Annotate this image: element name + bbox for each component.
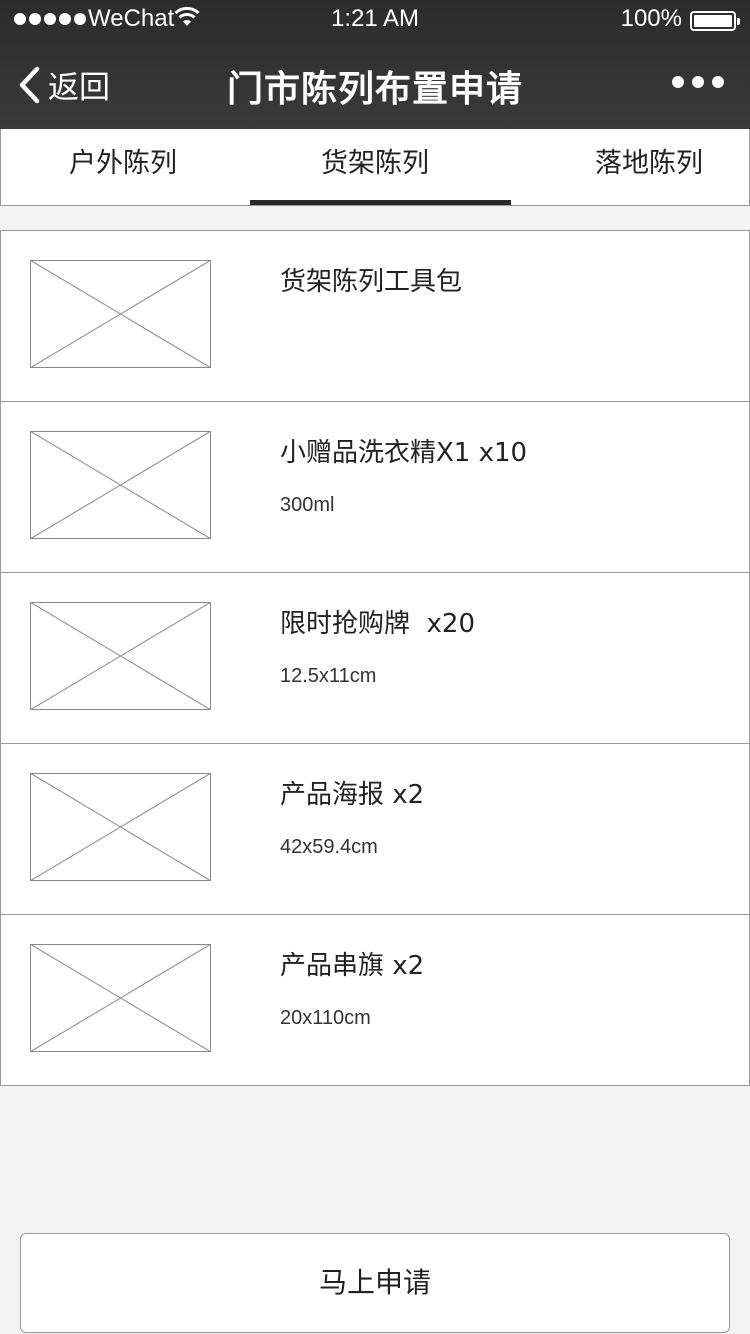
tab-outdoor-display[interactable]: 户外陈列 [69,129,177,205]
item-title: 限时抢购牌 x20 [280,609,476,639]
item-title: 产品串旗 x2 [280,951,425,981]
item-spec: 12.5x11cm [280,665,377,687]
battery-icon [690,11,740,31]
tab-bar: 户外陈列 货架陈列 落地陈列 [0,129,750,206]
tab-shelf-display[interactable]: 货架陈列 [321,129,429,205]
list-item[interactable]: 产品海报 x2 42x59.4cm [1,744,749,915]
item-title: 货架陈列工具包 [280,267,463,297]
nav-bar: 返回 门市陈列布置申请 [0,40,750,129]
image-placeholder-icon [30,944,211,1052]
header: WeChat 1:21 AM 100% 返回 门市陈列布置申请 [0,0,750,129]
item-title: 产品海报 x2 [280,780,425,810]
apply-now-button[interactable]: 马上申请 [20,1233,730,1333]
page-title: 门市陈列布置申请 [226,69,523,110]
tab-floor-display[interactable]: 落地陈列 [595,129,703,205]
image-placeholder-icon [30,431,211,539]
item-spec: 300ml [280,494,335,516]
battery-percent: 100% [620,5,682,32]
item-list: 货架陈列工具包 小赠品洗衣精X1 x10 300ml 限时抢购牌 x20 12.… [0,230,750,1086]
list-item[interactable]: 货架陈列工具包 [1,231,749,402]
item-spec: 42x59.4cm [280,836,378,858]
item-title: 小赠品洗衣精X1 x10 [280,438,528,468]
list-item[interactable]: 限时抢购牌 x20 12.5x11cm [1,573,749,744]
list-item[interactable]: 小赠品洗衣精X1 x10 300ml [1,402,749,573]
image-placeholder-icon [30,773,211,881]
active-tab-indicator [250,200,511,205]
item-spec: 20x110cm [280,1007,371,1029]
image-placeholder-icon [30,602,211,710]
page: WeChat 1:21 AM 100% 返回 门市陈列布置申请 户外陈列 货架陈… [0,0,750,1334]
list-item[interactable]: 产品串旗 x2 20x110cm [1,915,749,1086]
image-placeholder-icon [30,260,211,368]
status-bar: WeChat 1:21 AM 100% [0,0,750,40]
more-options-icon[interactable] [672,76,724,88]
